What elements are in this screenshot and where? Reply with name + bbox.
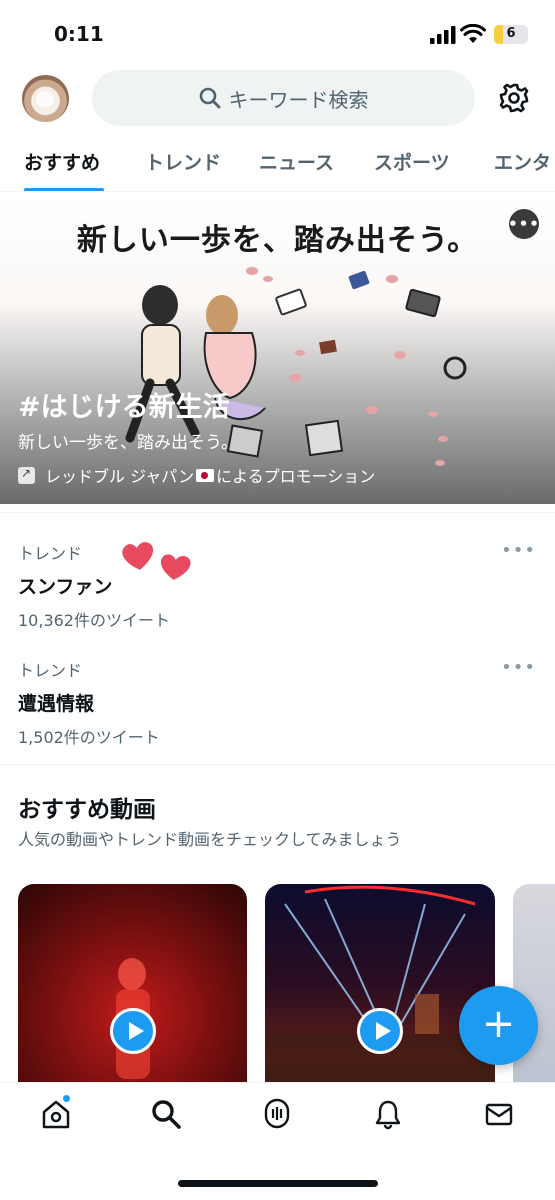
- home-indicator: [178, 1180, 378, 1187]
- tab-entertainment[interactable]: エンタ: [494, 148, 551, 175]
- trend-item[interactable]: トレンド 遭遇情報 1,502件のツイート •••: [18, 657, 538, 757]
- tab-sports[interactable]: スポーツ: [374, 148, 450, 175]
- battery-level: 6: [506, 26, 516, 41]
- video-thumbnail: [265, 885, 495, 1104]
- promoted-arrow-icon: [18, 466, 35, 484]
- bottom-nav: [0, 1082, 555, 1200]
- tab-active-indicator: [24, 188, 104, 191]
- play-icon[interactable]: [110, 1008, 156, 1054]
- trend-count: 1,502件のツイート: [18, 728, 160, 747]
- trend-name: スンファン: [18, 576, 113, 598]
- section-subtitle: 人気の動画やトレンド動画をチェックしてみましょう: [18, 830, 402, 849]
- more-dots-icon[interactable]: •••: [501, 540, 536, 561]
- more-dots-icon[interactable]: •••: [501, 657, 536, 678]
- promo-headline: 新しい一歩を、踏み出そう。: [76, 223, 479, 258]
- promo-subtitle: 新しい一歩を、踏み出そう。: [18, 433, 238, 453]
- tab-trending[interactable]: トレンド: [145, 148, 221, 175]
- status-bar: 0:11 6: [0, 0, 555, 70]
- video-thumbnail: [116, 958, 150, 1079]
- gear-icon[interactable]: [498, 82, 530, 114]
- search-bar[interactable]: キーワード検索: [92, 70, 475, 126]
- promo-suffix: によるプロモーション: [216, 467, 376, 486]
- compose-plus-icon[interactable]: +: [459, 986, 538, 1065]
- cellular-signal-icon: [430, 26, 456, 44]
- video-card[interactable]: [18, 884, 247, 1104]
- more-dots-icon[interactable]: •••: [508, 209, 539, 239]
- explore-tabs: おすすめ トレンド ニュース スポーツ エンタ: [0, 140, 555, 192]
- promo-advertiser: レッドブル ジャパン: [45, 467, 195, 486]
- notification-dot: [62, 1094, 71, 1103]
- search-icon: [199, 87, 220, 109]
- trend-category: トレンド: [18, 544, 83, 563]
- trend-item[interactable]: トレンド スンファン 10,362件のツイート •••: [18, 540, 538, 640]
- section-divider: [0, 764, 555, 765]
- search-icon[interactable]: [150, 1098, 182, 1130]
- section-divider: [0, 512, 555, 513]
- trend-category: トレンド: [18, 661, 83, 680]
- avatar[interactable]: [22, 75, 69, 122]
- play-icon[interactable]: [357, 1008, 403, 1054]
- trend-name: 遭遇情報: [18, 693, 95, 715]
- search-placeholder: キーワード検索: [228, 87, 369, 112]
- status-time: 0:11: [54, 22, 104, 46]
- tab-recommended[interactable]: おすすめ: [24, 148, 100, 175]
- bell-icon[interactable]: [372, 1098, 404, 1130]
- mail-icon[interactable]: [483, 1098, 515, 1130]
- promo-hashtag[interactable]: #はじける新生活: [18, 385, 230, 424]
- spaces-icon[interactable]: [261, 1098, 293, 1130]
- wifi-icon: [460, 24, 486, 43]
- battery-icon: 6: [494, 25, 528, 44]
- japan-flag-icon: [196, 468, 215, 482]
- tab-news[interactable]: ニュース: [259, 148, 334, 175]
- video-card[interactable]: [265, 884, 495, 1104]
- section-title: おすすめ動画: [18, 797, 156, 823]
- promoted-banner[interactable]: 新しい一歩を、踏み出そう。 ••• #はじける新生活 新しい一歩を、踏み出そう。…: [0, 193, 555, 504]
- trend-count: 10,362件のツイート: [18, 611, 170, 630]
- promo-attribution: レッドブル ジャパン によるプロモーション: [18, 463, 375, 487]
- hearts-icon: [122, 542, 191, 580]
